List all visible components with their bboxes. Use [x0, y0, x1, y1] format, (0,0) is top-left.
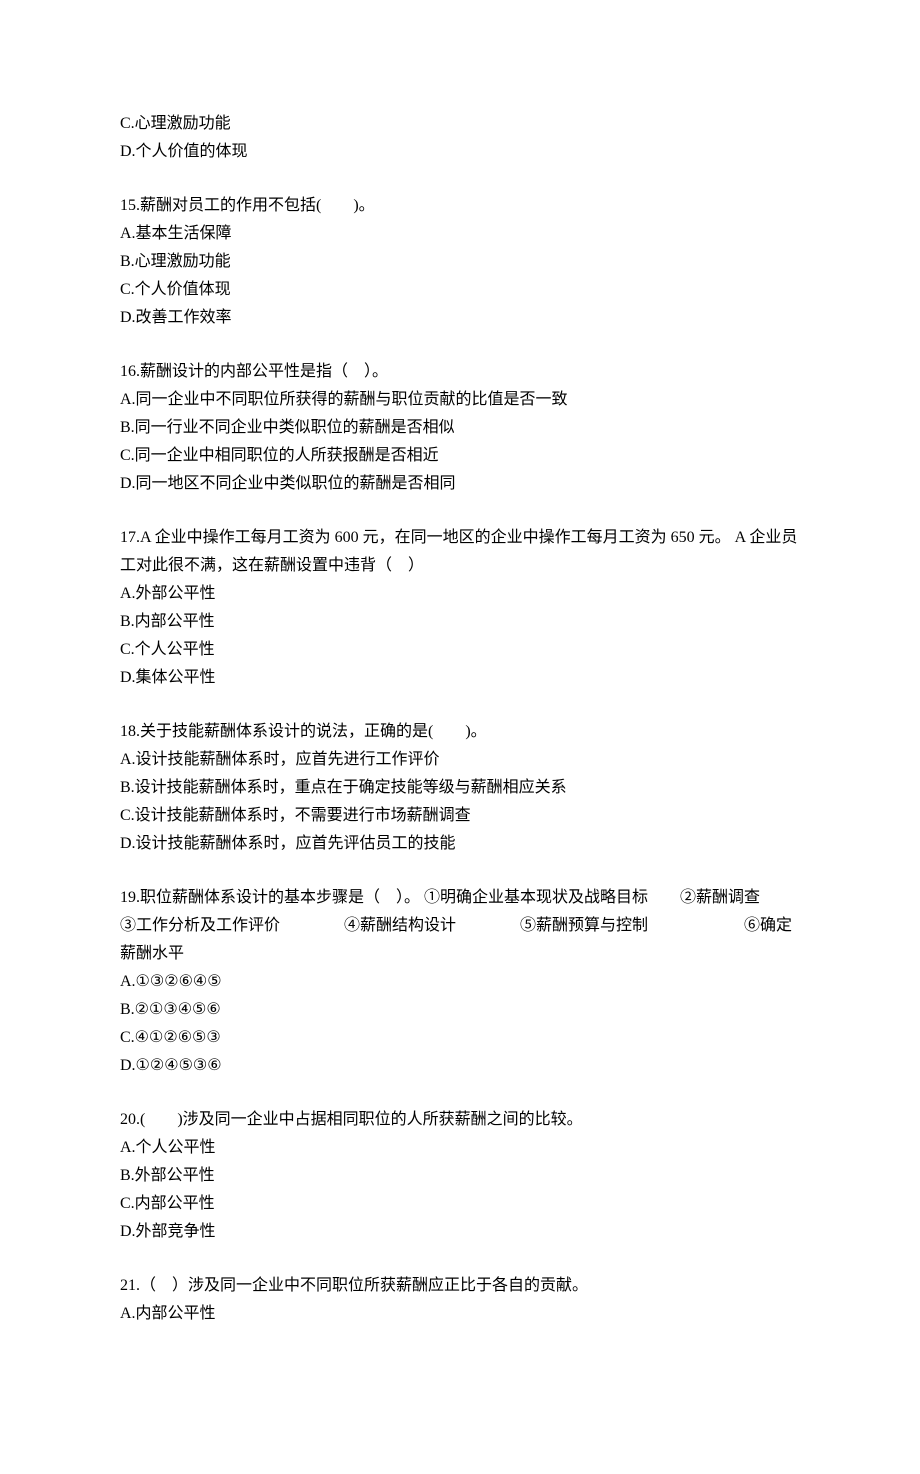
option-b: B.心理激励功能 [120, 248, 800, 276]
question-18: 18.关于技能薪酬体系设计的说法，正确的是( )。 A.设计技能薪酬体系时，应首… [120, 718, 800, 858]
option-a: A.设计技能薪酬体系时，应首先进行工作评价 [120, 746, 800, 774]
option-a: A.同一企业中不同职位所获得的薪酬与职位贡献的比值是否一致 [120, 386, 800, 414]
question-stem: 17.A 企业中操作工每月工资为 600 元，在同一地区的企业中操作工每月工资为… [120, 524, 800, 580]
option-c: C.同一企业中相同职位的人所获报酬是否相近 [120, 442, 800, 470]
question-stem: 15.薪酬对员工的作用不包括( )。 [120, 192, 800, 220]
question-stem: 19.职位薪酬体系设计的基本步骤是（ ）。 ①明确企业基本现状及战略目标 ②薪酬… [120, 884, 800, 968]
option-a: A.内部公平性 [120, 1300, 800, 1328]
question-17: 17.A 企业中操作工每月工资为 600 元，在同一地区的企业中操作工每月工资为… [120, 524, 800, 692]
option-c: C.设计技能薪酬体系时，不需要进行市场薪酬调查 [120, 802, 800, 830]
option-d: D.①②④⑤③⑥ [120, 1052, 800, 1080]
question-16: 16.薪酬设计的内部公平性是指（ ）。 A.同一企业中不同职位所获得的薪酬与职位… [120, 358, 800, 498]
option-b: B.同一行业不同企业中类似职位的薪酬是否相似 [120, 414, 800, 442]
question-21: 21.（ ）涉及同一企业中不同职位所获薪酬应正比于各自的贡献。 A.内部公平性 [120, 1272, 800, 1328]
question-19: 19.职位薪酬体系设计的基本步骤是（ ）。 ①明确企业基本现状及战略目标 ②薪酬… [120, 884, 800, 1080]
orphan-options: C.心理激励功能 D.个人价值的体现 [120, 110, 800, 166]
option-b: B.外部公平性 [120, 1162, 800, 1190]
question-stem: 21.（ ）涉及同一企业中不同职位所获薪酬应正比于各自的贡献。 [120, 1272, 800, 1300]
option-b: B.②①③④⑤⑥ [120, 996, 800, 1024]
option-b: B.设计技能薪酬体系时，重点在于确定技能等级与薪酬相应关系 [120, 774, 800, 802]
option-a: A.外部公平性 [120, 580, 800, 608]
option-a: A.①③②⑥④⑤ [120, 968, 800, 996]
question-20: 20.( )涉及同一企业中占据相同职位的人所获薪酬之间的比较。 A.个人公平性 … [120, 1106, 800, 1246]
option-c: C.心理激励功能 [120, 110, 800, 138]
option-d: D.同一地区不同企业中类似职位的薪酬是否相同 [120, 470, 800, 498]
question-stem: 16.薪酬设计的内部公平性是指（ ）。 [120, 358, 800, 386]
option-d: D.改善工作效率 [120, 304, 800, 332]
option-d: D.集体公平性 [120, 664, 800, 692]
option-a: A.基本生活保障 [120, 220, 800, 248]
option-d: D.外部竞争性 [120, 1218, 800, 1246]
option-b: B.内部公平性 [120, 608, 800, 636]
question-15: 15.薪酬对员工的作用不包括( )。 A.基本生活保障 B.心理激励功能 C.个… [120, 192, 800, 332]
question-stem: 18.关于技能薪酬体系设计的说法，正确的是( )。 [120, 718, 800, 746]
option-a: A.个人公平性 [120, 1134, 800, 1162]
option-c: C.个人公平性 [120, 636, 800, 664]
document-page: C.心理激励功能 D.个人价值的体现 15.薪酬对员工的作用不包括( )。 A.… [0, 0, 920, 1474]
option-d: D.个人价值的体现 [120, 138, 800, 166]
option-c: C.④①②⑥⑤③ [120, 1024, 800, 1052]
option-c: C.个人价值体现 [120, 276, 800, 304]
option-c: C.内部公平性 [120, 1190, 800, 1218]
question-stem: 20.( )涉及同一企业中占据相同职位的人所获薪酬之间的比较。 [120, 1106, 800, 1134]
option-d: D.设计技能薪酬体系时，应首先评估员工的技能 [120, 830, 800, 858]
